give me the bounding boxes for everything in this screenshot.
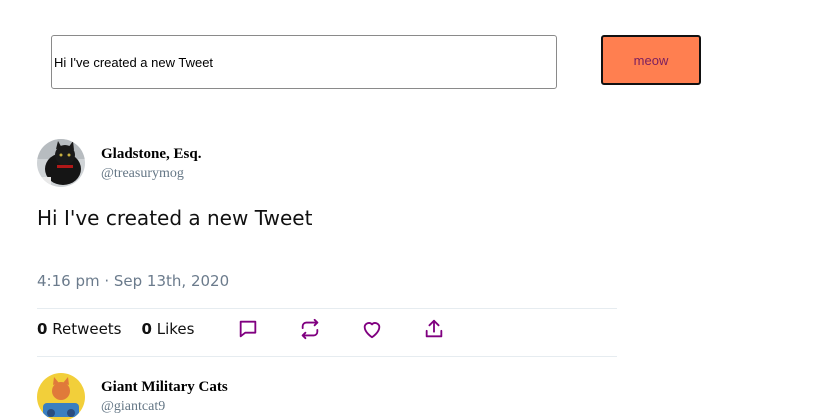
divider	[37, 356, 617, 357]
like-icon[interactable]	[361, 318, 383, 340]
tweet-timestamp: 4:16 pm · Sep 13th, 2020	[37, 272, 230, 290]
retweets-label: Retweets	[52, 320, 122, 338]
tweet-feed-page: meow Gladstone, Esq. @treasurymog Hi I'v…	[0, 0, 816, 420]
retweets-stat[interactable]: 0 Retweets	[37, 320, 122, 338]
avatar[interactable]	[37, 373, 85, 420]
share-icon[interactable]	[423, 318, 445, 340]
likes-count: 0	[141, 320, 152, 338]
tweet-author-name[interactable]: Gladstone, Esq.	[101, 146, 201, 163]
tweet-compose-input[interactable]	[51, 35, 557, 89]
likes-label: Likes	[156, 320, 195, 338]
tweet-author-name[interactable]: Giant Military Cats	[101, 379, 228, 396]
tweet-stats: 0 Retweets 0 Likes	[37, 320, 194, 338]
divider	[37, 308, 617, 309]
tweet-author-handle[interactable]: @giantcat9	[101, 399, 165, 415]
avatar[interactable]	[37, 139, 85, 187]
retweet-icon[interactable]	[299, 318, 321, 340]
likes-stat[interactable]: 0 Likes	[142, 320, 195, 338]
tweet-text: Hi I've created a new Tweet	[37, 206, 313, 230]
tweet-author-handle[interactable]: @treasurymog	[101, 166, 184, 182]
meow-submit-button[interactable]: meow	[601, 35, 701, 85]
reply-icon[interactable]	[237, 318, 259, 340]
retweets-count: 0	[37, 320, 48, 338]
